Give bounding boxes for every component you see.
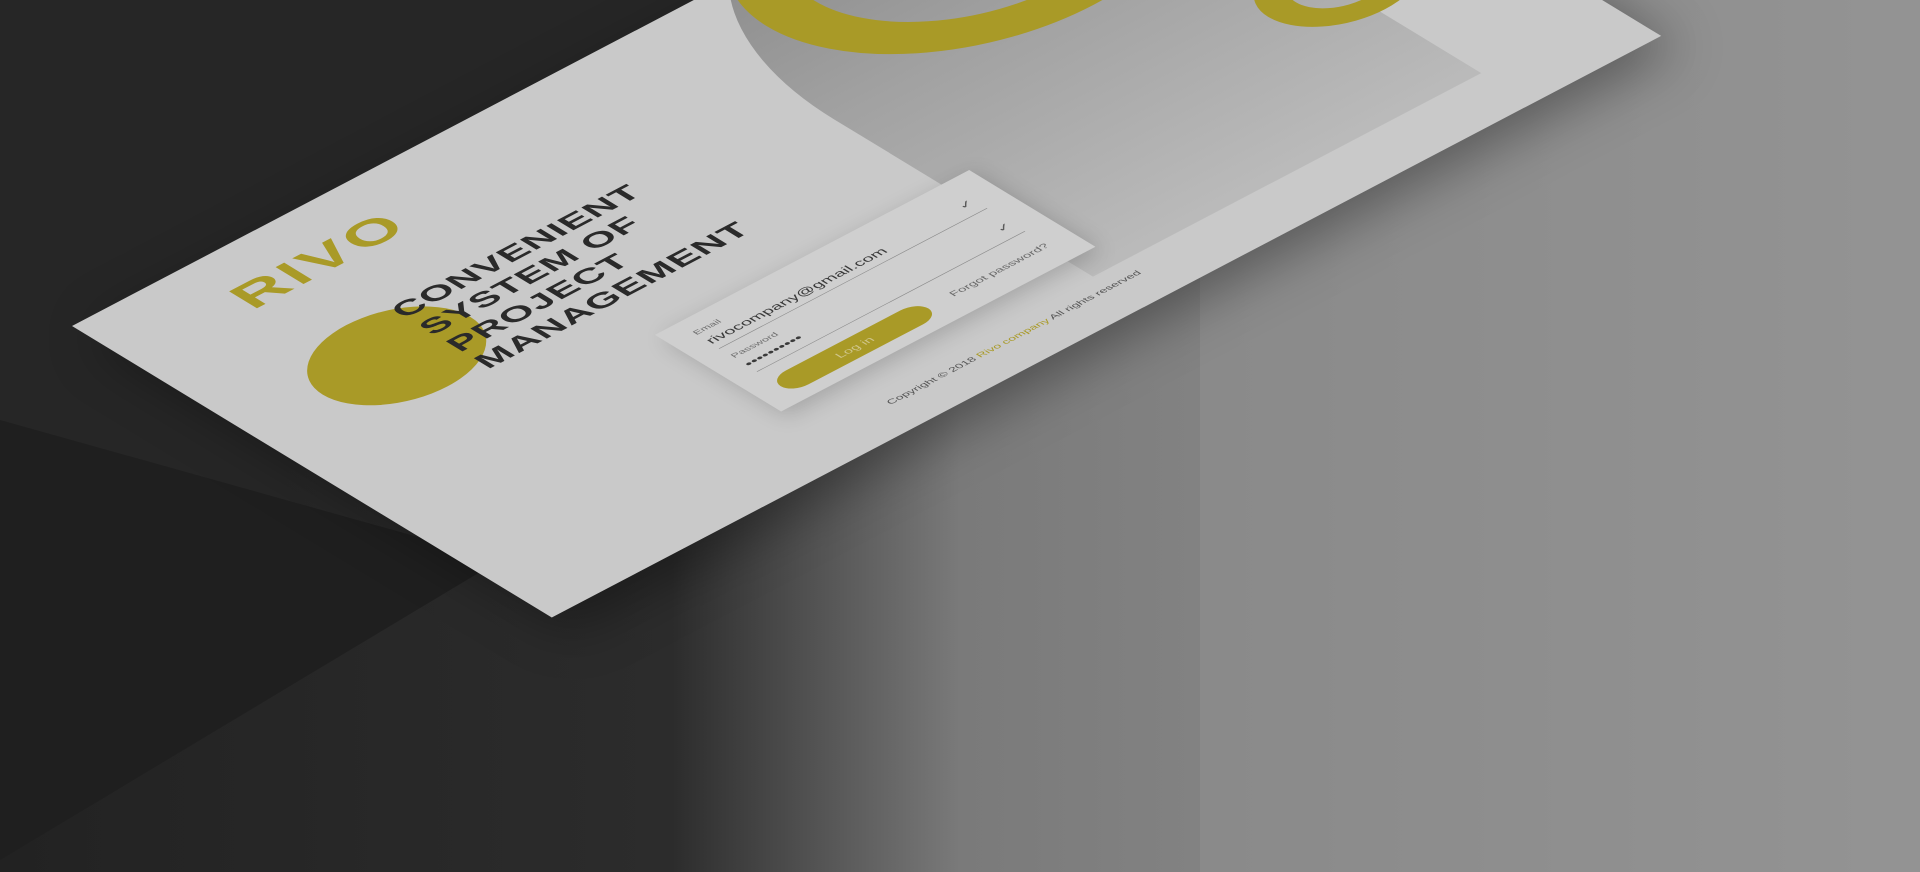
company-link[interactable]: Rivo company [973,317,1052,359]
check-icon: ✓ [954,198,979,212]
login-screen: RIVO CONVENIENT SYSTEM OF PROJECT MANAGE… [72,0,1662,618]
app-logo: RIVO [216,204,422,316]
check-icon: ✓ [992,221,1016,235]
copyright-prefix: Copyright © 2018 [883,355,980,407]
copyright-suffix: All rights reserved [1046,268,1144,321]
